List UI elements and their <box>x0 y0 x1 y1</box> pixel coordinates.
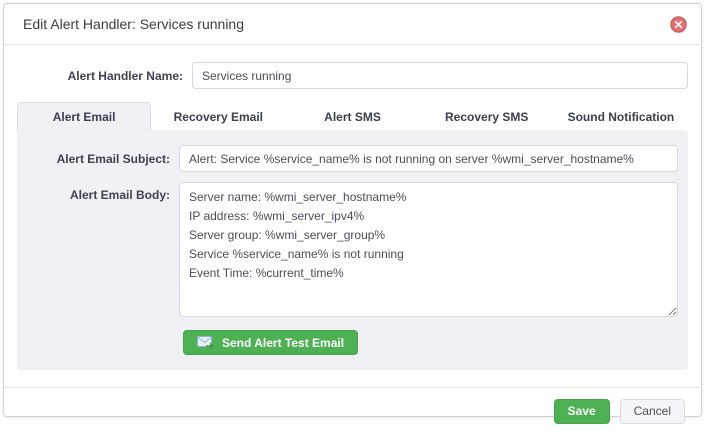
dialog-footer: Save Cancel <box>4 387 701 434</box>
dialog-body: Alert Handler Name: Alert Email Recovery… <box>4 45 701 370</box>
alert-email-body-row: Alert Email Body: Server name: %wmi_serv… <box>17 182 678 317</box>
alert-email-subject-label: Alert Email Subject: <box>17 152 179 166</box>
tab-recovery-email[interactable]: Recovery Email <box>151 102 285 130</box>
send-alert-test-email-label: Send Alert Test Email <box>222 336 344 350</box>
alert-email-body-textarea[interactable]: Server name: %wmi_server_hostname% IP ad… <box>179 182 678 317</box>
edit-alert-handler-dialog: Edit Alert Handler: Services running Ale… <box>3 3 702 417</box>
tabs-bar: Alert Email Recovery Email Alert SMS Rec… <box>17 102 688 130</box>
alert-handler-name-label: Alert Handler Name: <box>17 69 192 83</box>
alert-email-tab-panel: Alert Email Subject: Alert Email Body: S… <box>17 130 688 370</box>
alert-handler-name-row: Alert Handler Name: <box>17 62 688 89</box>
alert-email-subject-input[interactable] <box>179 145 678 172</box>
dialog-title: Edit Alert Handler: Services running <box>23 16 244 32</box>
tab-sound-notification[interactable]: Sound Notification <box>554 102 688 130</box>
send-email-icon <box>197 336 214 349</box>
send-test-row: Send Alert Test Email <box>17 330 678 355</box>
send-alert-test-email-button[interactable]: Send Alert Test Email <box>183 330 358 355</box>
save-button[interactable]: Save <box>554 399 610 424</box>
alert-email-body-label: Alert Email Body: <box>17 182 179 202</box>
cancel-button[interactable]: Cancel <box>620 399 685 424</box>
close-icon[interactable] <box>670 16 687 33</box>
alert-handler-name-input[interactable] <box>192 62 688 89</box>
tab-recovery-sms[interactable]: Recovery SMS <box>420 102 554 130</box>
alert-email-subject-row: Alert Email Subject: <box>17 145 678 172</box>
tab-alert-sms[interactable]: Alert SMS <box>285 102 419 130</box>
dialog-header: Edit Alert Handler: Services running <box>4 4 701 45</box>
tab-alert-email[interactable]: Alert Email <box>17 102 151 130</box>
